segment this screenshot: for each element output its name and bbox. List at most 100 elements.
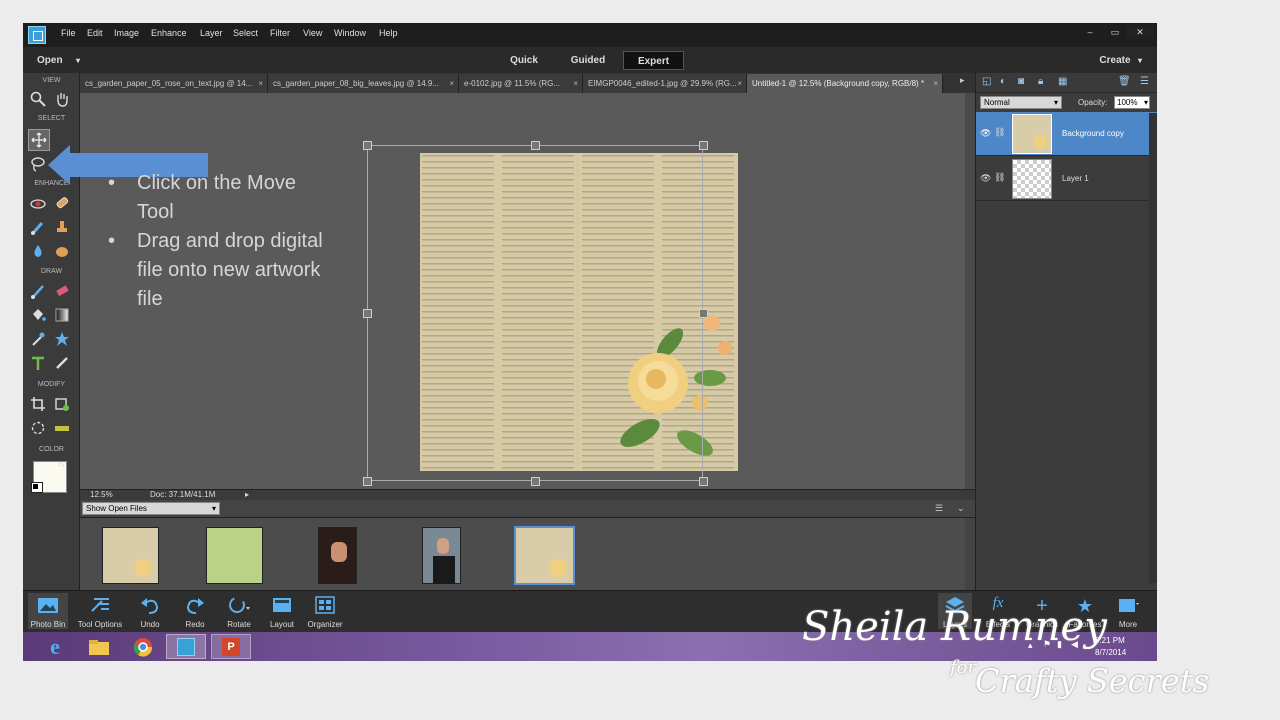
sponge-tool-icon[interactable] [53,242,71,260]
transform-handle[interactable] [699,141,708,150]
menu-layer[interactable]: Layer [200,28,223,38]
bin-scrollbar[interactable] [965,518,975,590]
move-tool-icon[interactable] [28,129,50,151]
show-open-files-select[interactable]: Show Open Files ▾ [82,502,220,515]
bin-thumb-man-photo[interactable] [422,527,461,584]
lasso-tool-icon[interactable] [29,155,47,173]
mask-icon[interactable]: ◙ [1018,76,1024,87]
red-eye-tool-icon[interactable] [29,194,47,212]
smart-brush-icon[interactable] [29,218,47,236]
paint-bucket-icon[interactable] [29,306,47,324]
zoom-level[interactable]: 12.5% [90,490,113,499]
tab-close-icon[interactable]: × [933,74,938,93]
mode-expert[interactable]: Expert [623,51,684,70]
gradient-tool-icon[interactable] [53,306,71,324]
tab-eimgp0046[interactable]: EIMGP0046_edited-1.jpg @ 29.9% (RG... × [583,74,747,93]
content-aware-move-icon[interactable] [29,419,47,437]
bin-thumb-couple-photo[interactable] [318,527,357,584]
new-layer-icon[interactable]: ◱ [982,76,991,87]
link-icon[interactable]: ⛓︎ [994,127,1005,138]
bin-thumb-untitled[interactable] [514,526,575,585]
photoshop-elements-taskbar-icon[interactable] [166,634,206,659]
transform-handle[interactable] [699,309,708,318]
clone-stamp-icon[interactable] [53,218,71,236]
menu-enhance[interactable]: Enhance [151,28,187,38]
vertical-scrollbar[interactable] [965,93,975,489]
tab-e0102[interactable]: e-0102.jpg @ 11.5% (RG... × [459,74,583,93]
internet-explorer-icon[interactable]: e [35,634,75,659]
panel-menu-icon[interactable]: ☰ [1140,76,1149,87]
tool-options-button[interactable]: Tool Options [75,595,125,629]
menu-view[interactable]: View [303,28,322,38]
transform-handle[interactable] [363,309,372,318]
visibility-eye-icon[interactable]: 👁︎ [980,128,991,139]
tab-close-icon[interactable]: × [449,74,454,93]
eraser-tool-icon[interactable] [53,282,71,300]
bin-thumb-leaves-paper[interactable] [206,527,263,584]
pencil-tool-icon[interactable] [53,354,71,372]
minimize-button[interactable]: – [1078,25,1102,39]
tab-untitled-1[interactable]: Untitled-1 @ 12.5% (Background copy, RGB… [747,74,943,93]
straighten-tool-icon[interactable] [53,419,71,437]
adjustment-layer-icon[interactable]: ◐ [1000,76,1006,87]
menu-filter[interactable]: Filter [270,28,290,38]
recompose-tool-icon[interactable] [53,395,71,413]
hand-tool-icon[interactable] [53,90,71,108]
menu-window[interactable]: Window [334,28,366,38]
menu-help[interactable]: Help [379,28,398,38]
mode-guided[interactable]: Guided [563,51,613,70]
organizer-button[interactable]: Organizer [305,595,345,629]
transform-handle[interactable] [531,141,540,150]
lock-all-icon[interactable]: 🔒︎ [1038,76,1043,87]
open-dropdown-icon[interactable]: ▾ [73,51,83,70]
mode-quick[interactable]: Quick [501,51,547,70]
menu-edit[interactable]: Edit [87,28,103,38]
tab-rose-on-text[interactable]: cs_garden_paper_05_rose_on_text.jpg @ 14… [80,74,268,93]
transform-bounding-box[interactable] [367,145,703,481]
link-icon[interactable]: ⛓︎ [994,172,1005,183]
bin-menu-icon[interactable]: ☰ [935,503,943,514]
foreground-color-swatch[interactable] [31,482,43,493]
layer-row-background-copy[interactable]: 👁︎ ⛓︎ Background copy [976,112,1157,156]
create-dropdown-icon[interactable]: ▾ [1135,51,1145,70]
transform-handle[interactable] [363,141,372,150]
swap-colors-icon[interactable]: ⇆ [58,460,65,469]
layers-scrollbar[interactable] [1149,113,1157,583]
layout-button[interactable]: Layout [265,595,299,629]
bin-thumb-rose-paper[interactable] [102,527,159,584]
status-menu-icon[interactable]: ▸ [245,490,249,499]
open-button[interactable]: Open [37,51,67,70]
restore-button[interactable]: ▭ [1103,25,1127,39]
powerpoint-icon[interactable]: P [211,634,251,659]
zoom-tool-icon[interactable] [29,90,47,108]
tab-close-icon[interactable]: × [737,74,742,93]
chrome-icon[interactable] [123,634,163,659]
brush-tool-icon[interactable] [29,282,47,300]
visibility-eye-icon[interactable]: 👁︎ [980,173,991,184]
transform-handle[interactable] [699,477,708,486]
menu-select[interactable]: Select [233,28,258,38]
custom-shape-icon[interactable] [53,330,71,348]
menu-file[interactable]: File [61,28,76,38]
canvas-area[interactable]: • Click on the Move Tool • Drag and drop… [48,93,975,489]
tab-close-icon[interactable]: × [258,74,263,93]
blur-tool-icon[interactable] [29,242,47,260]
layer-row-layer-1[interactable]: 👁︎ ⛓︎ Layer 1 [976,157,1157,201]
opacity-field[interactable]: 100% ▾ [1114,96,1150,109]
transform-handle[interactable] [363,477,372,486]
eyedropper-icon[interactable] [29,330,47,348]
undo-button[interactable]: Undo [135,595,165,629]
menu-image[interactable]: Image [114,28,139,38]
blend-mode-select[interactable]: Normal ▾ [980,96,1062,109]
tabs-overflow-icon[interactable]: ▸ [960,75,965,86]
tab-big-leaves[interactable]: cs_garden_paper_08_big_leaves.jpg @ 14.9… [268,74,459,93]
redo-button[interactable]: Redo [180,595,210,629]
tab-close-icon[interactable]: × [573,74,578,93]
spot-healing-icon[interactable] [53,194,71,212]
transform-handle[interactable] [531,477,540,486]
file-explorer-icon[interactable] [79,634,119,659]
close-button[interactable]: ✕ [1126,25,1154,39]
crop-tool-icon[interactable] [29,395,47,413]
rotate-button[interactable]: Rotate [221,595,257,629]
delete-layer-icon[interactable]: 🗑︎ [1118,76,1131,87]
